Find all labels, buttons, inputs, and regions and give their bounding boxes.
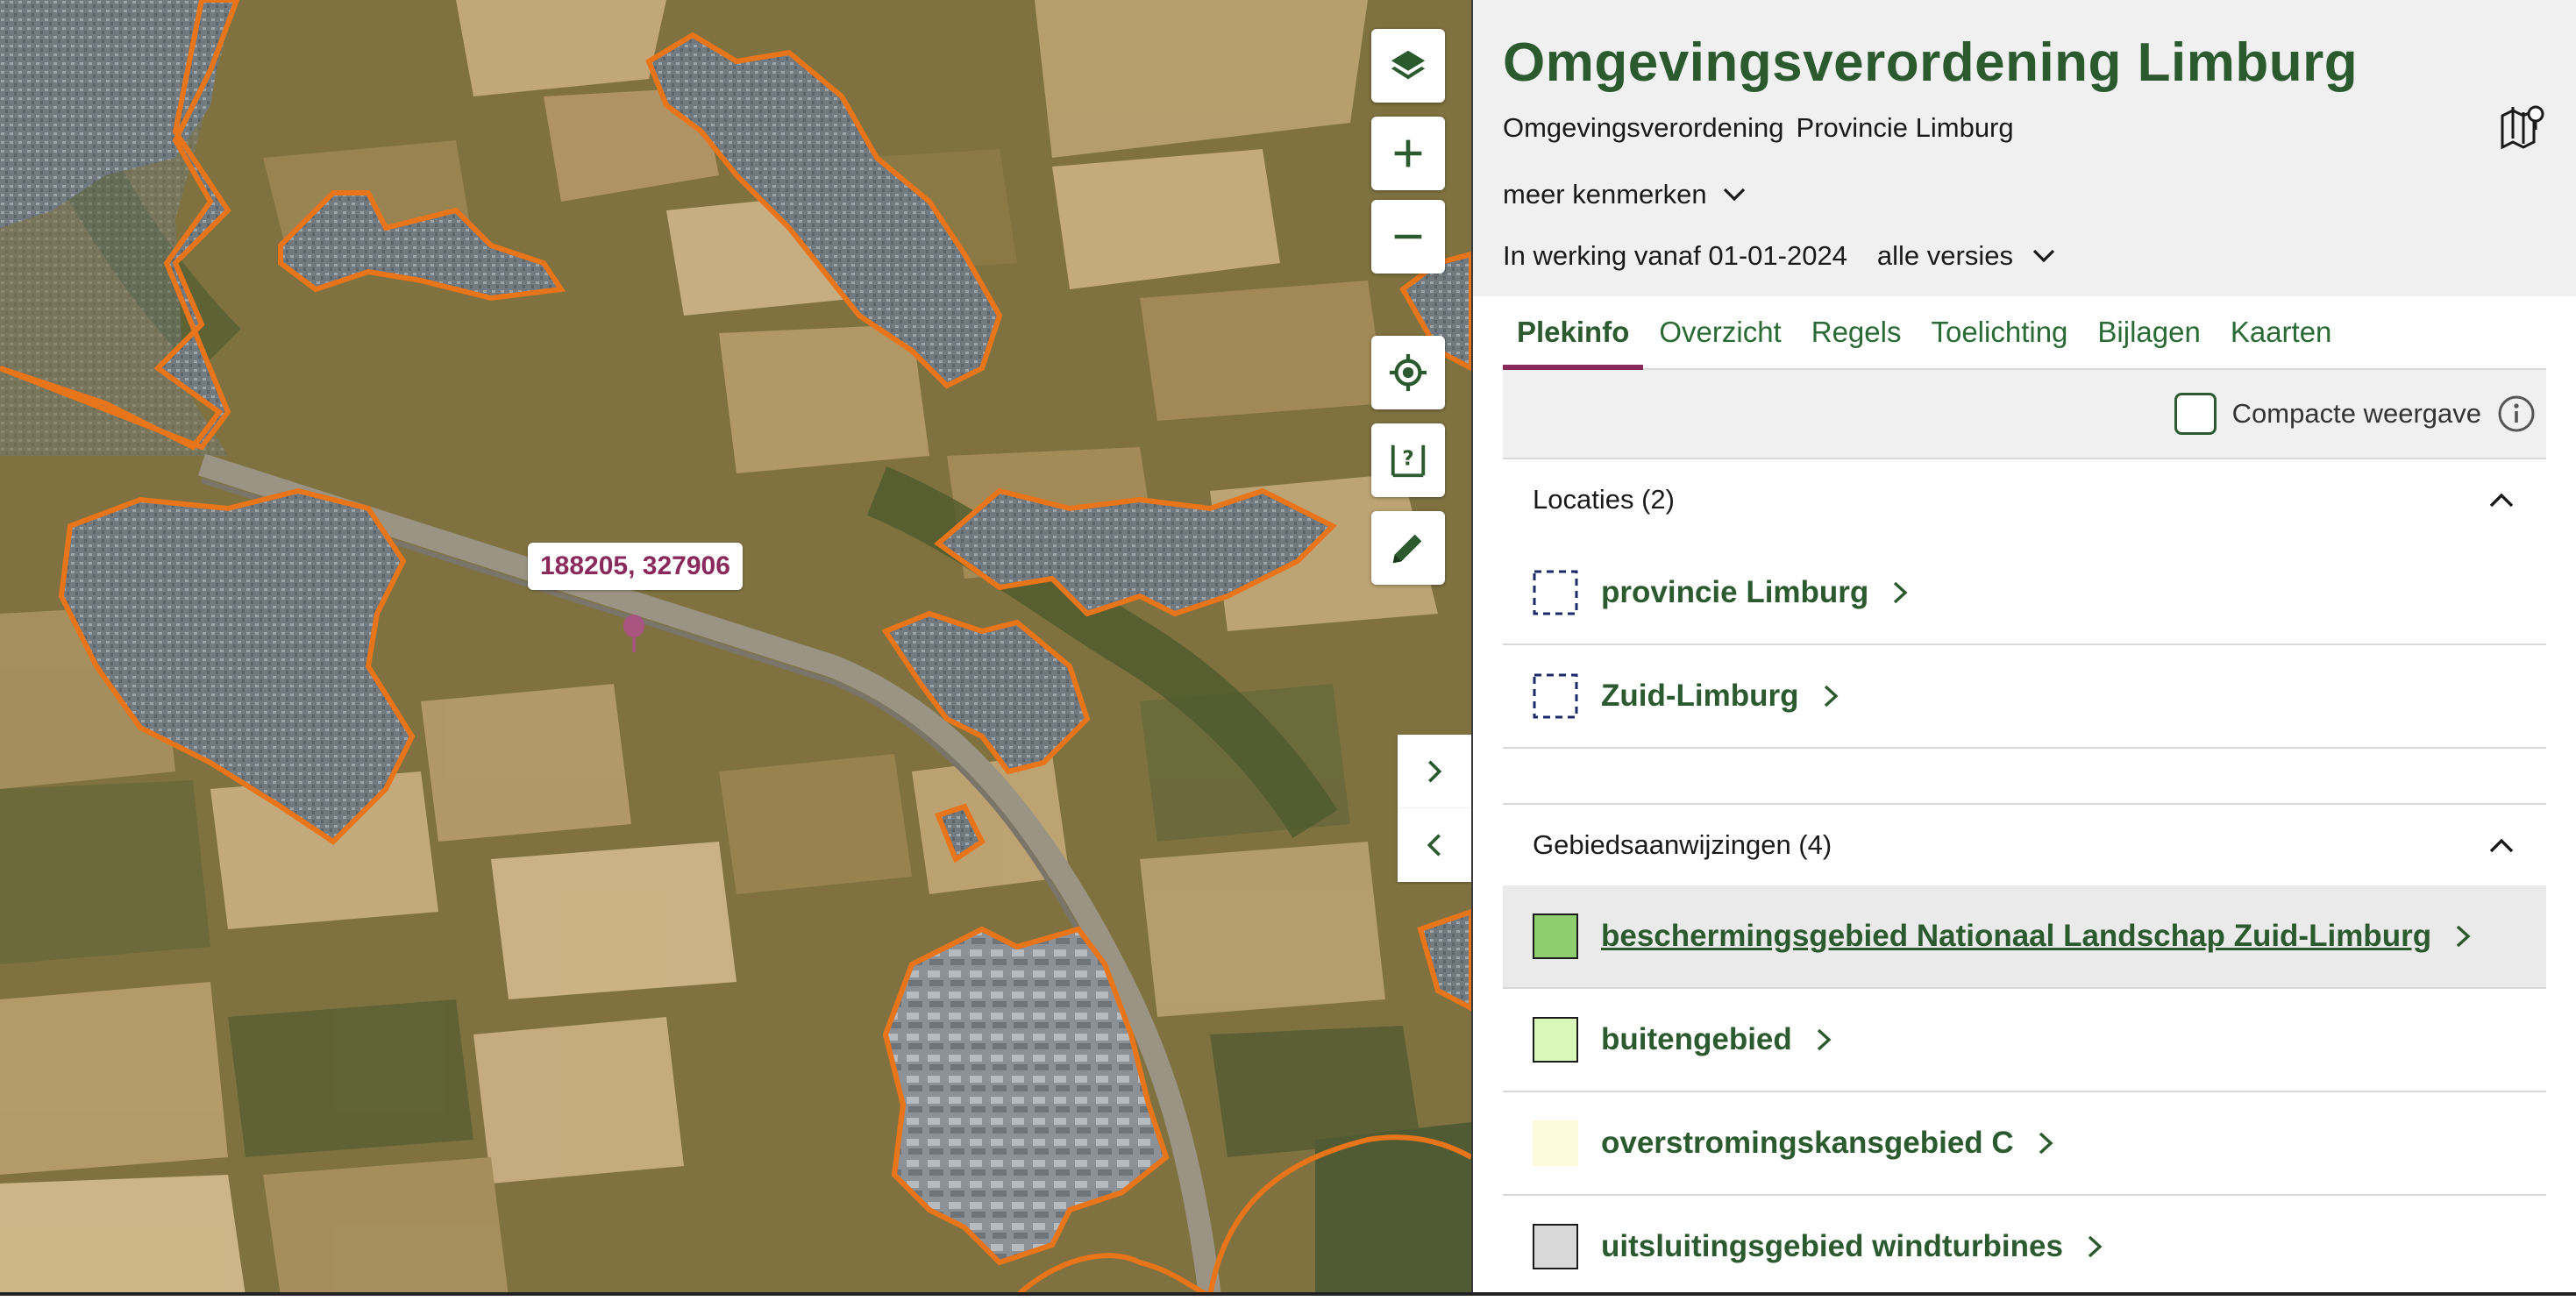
panel-header: Omgevingsverordening Limburg Omgevingsve…	[1473, 0, 2576, 296]
color-swatch	[1533, 913, 1578, 959]
document-type: Omgevingsverordening	[1503, 112, 1784, 143]
location-item-provincie-limburg[interactable]: provincie Limburg	[1503, 542, 2546, 645]
area-item-beschermingsgebied[interactable]: beschermingsgebied Nationaal Landschap Z…	[1503, 885, 2546, 989]
location-item-zuid-limburg[interactable]: Zuid-Limburg	[1503, 645, 2546, 749]
tab-regels[interactable]: Regels	[1797, 296, 1916, 368]
area-label: overstromingskansgebied C	[1601, 1126, 2014, 1160]
zoom-out-button[interactable]	[1371, 200, 1445, 274]
area-item-overstromingskansgebied[interactable]: overstromingskansgebied C	[1503, 1092, 2546, 1196]
color-swatch	[1533, 1120, 1578, 1166]
versions-dropdown[interactable]: alle versies	[1877, 240, 2057, 272]
tab-overzicht[interactable]: Overzicht	[1645, 296, 1795, 368]
chevron-right-icon	[2456, 925, 2471, 948]
tab-bijlagen[interactable]: Bijlagen	[2083, 296, 2214, 368]
in-werking-text: In werking vanaf 01-01-2024	[1503, 240, 1847, 271]
draw-button[interactable]	[1371, 511, 1445, 585]
map-pin-icon[interactable]	[2499, 103, 2546, 151]
location-label: Zuid-Limburg	[1601, 679, 1799, 713]
chevron-right-icon	[1824, 685, 1839, 707]
chevron-down-icon	[2032, 249, 2055, 263]
aerial-photo	[0, 0, 1471, 1296]
version-row: In werking vanaf 01-01-2024 alle versies	[1503, 240, 2546, 272]
meer-kenmerken-toggle[interactable]: meer kenmerken	[1503, 179, 2546, 210]
locaties-section: Locaties (2) provincie Limburg Zuid-Limb…	[1503, 458, 2546, 749]
page-title: Omgevingsverordening Limburg	[1503, 32, 2359, 93]
info-icon[interactable]	[2497, 395, 2536, 433]
location-marker-icon	[623, 615, 644, 652]
dashed-area-icon	[1533, 673, 1578, 719]
zoom-in-button[interactable]	[1371, 117, 1445, 190]
area-label: uitsluitingsgebied windturbines	[1601, 1229, 2063, 1263]
map-view[interactable]: ? 188205, 327906	[0, 0, 1471, 1296]
chevron-down-icon	[1723, 188, 1745, 202]
area-item-buitengebied[interactable]: buitengebied	[1503, 989, 2546, 1092]
compact-view-checkbox[interactable]	[2174, 393, 2217, 435]
chevron-right-icon	[2088, 1235, 2103, 1258]
location-label: provincie Limburg	[1601, 575, 1869, 609]
dashed-area-icon	[1533, 570, 1578, 615]
compact-view-row: Compacte weergave	[1503, 370, 2546, 458]
expand-panel-button[interactable]	[1398, 735, 1471, 808]
measure-question-icon: ?	[1391, 444, 1426, 478]
chevron-left-icon	[1427, 834, 1441, 857]
chevron-right-icon	[2039, 1132, 2053, 1155]
chevron-right-icon	[1894, 581, 1908, 604]
tab-toelichting[interactable]: Toelichting	[1917, 296, 2081, 368]
layers-icon	[1391, 50, 1426, 80]
chevron-up-icon	[2489, 838, 2514, 853]
chevron-right-icon	[1428, 760, 1442, 783]
locate-button[interactable]	[1371, 336, 1445, 409]
tab-kaarten[interactable]: Kaarten	[2217, 296, 2346, 368]
svg-text:?: ?	[1402, 448, 1413, 471]
meer-kenmerken-label: meer kenmerken	[1503, 179, 1707, 210]
area-label: buitengebied	[1601, 1022, 1792, 1056]
crosshair-icon	[1389, 353, 1427, 392]
measure-button[interactable]: ?	[1371, 423, 1445, 497]
area-item-uitsluitingsgebied[interactable]: uitsluitingsgebied windturbines	[1503, 1196, 2546, 1296]
area-label: beschermingsgebied Nationaal Landschap Z…	[1601, 919, 2432, 953]
gebiedsaanwijzingen-header[interactable]: Gebiedsaanwijzingen (4)	[1503, 805, 2546, 885]
layers-button[interactable]	[1371, 29, 1445, 103]
tab-plekinfo[interactable]: Plekinfo	[1503, 296, 1644, 370]
locaties-header[interactable]: Locaties (2)	[1503, 458, 2546, 542]
minus-icon	[1394, 234, 1422, 239]
color-swatch	[1533, 1224, 1578, 1269]
document-meta: Omgevingsverordening Provincie Limburg	[1503, 112, 2546, 144]
chevron-up-icon	[2489, 493, 2514, 508]
chevron-right-icon	[1817, 1028, 1832, 1051]
info-panel: Omgevingsverordening Limburg Omgevingsve…	[1471, 0, 2576, 1296]
collapse-panel-button[interactable]	[1398, 808, 1471, 882]
color-swatch	[1533, 1017, 1578, 1063]
tab-bar: Plekinfo Overzicht Regels Toelichting Bi…	[1503, 296, 2546, 370]
plus-icon	[1394, 139, 1422, 167]
versions-label: alle versies	[1876, 240, 2013, 271]
gebiedsaanwijzingen-section: Gebiedsaanwijzingen (4) beschermingsgebi…	[1503, 805, 2546, 1296]
window-bottom-border	[0, 1292, 2576, 1296]
document-authority: Provincie Limburg	[1796, 112, 2014, 143]
compact-view-label: Compacte weergave	[2231, 398, 2481, 429]
locaties-heading: Locaties (2)	[1533, 484, 1675, 515]
gebiedsaanwijzingen-heading: Gebiedsaanwijzingen (4)	[1533, 829, 1832, 860]
pencil-icon	[1392, 534, 1422, 564]
coordinate-label: 188205, 327906	[528, 543, 743, 590]
